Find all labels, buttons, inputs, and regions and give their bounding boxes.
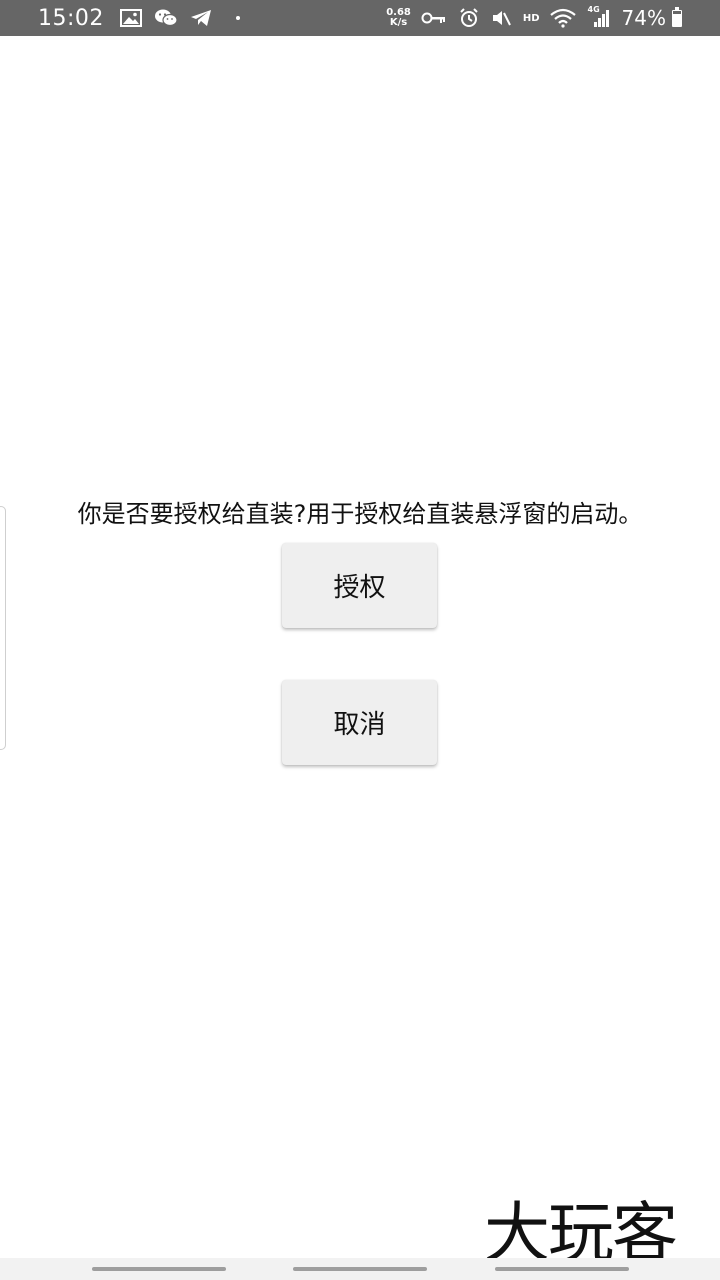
notification-dot-icon — [235, 16, 240, 20]
gallery-icon — [119, 9, 142, 27]
battery-icon — [672, 6, 682, 27]
status-bar-left: 15:02 — [38, 6, 240, 31]
navigation-bar — [0, 1258, 720, 1280]
network-type-label: 4G — [587, 5, 600, 14]
status-bar: 15:02 0.68 K/s HD 4G 74% — [0, 0, 720, 36]
screen: 15:02 0.68 K/s HD 4G 74% 你是否要授权给直装?用于授权给… — [0, 0, 720, 1280]
nav-back-button[interactable] — [495, 1267, 629, 1271]
net-speed-unit: K/s — [389, 17, 408, 28]
authorization-message: 你是否要授权给直装?用于授权给直装悬浮窗的启动。 — [77, 500, 643, 528]
nav-home-button[interactable] — [293, 1267, 427, 1271]
authorize-button[interactable]: 授权 — [282, 543, 437, 628]
nav-recent-button[interactable] — [92, 1267, 226, 1271]
net-speed: 0.68 K/s — [386, 8, 411, 28]
wifi-icon — [549, 8, 576, 28]
edge-floating-handle[interactable] — [0, 506, 6, 750]
status-time: 15:02 — [38, 5, 104, 31]
cancel-button[interactable]: 取消 — [282, 680, 437, 765]
key-icon — [421, 11, 447, 25]
wechat-icon — [154, 8, 178, 28]
mute-icon — [491, 8, 511, 28]
alarm-icon — [459, 8, 479, 28]
signal-icon: 4G — [587, 5, 610, 28]
battery-percent: 74% — [621, 6, 666, 30]
battery-fill — [673, 14, 681, 26]
status-bar-right: 0.68 K/s HD 4G 74% — [386, 5, 682, 30]
telegram-icon — [190, 9, 212, 27]
hd-label: HD — [522, 12, 540, 24]
